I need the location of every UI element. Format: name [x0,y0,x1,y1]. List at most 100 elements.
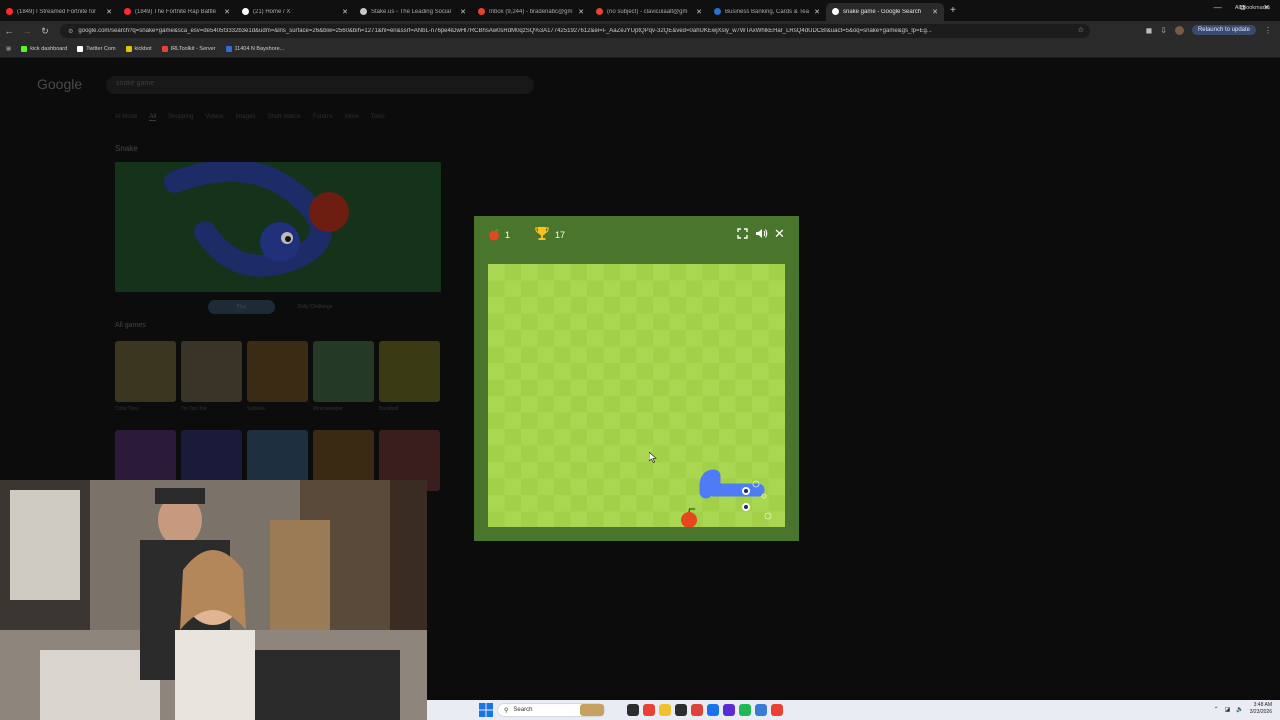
tab-close-icon[interactable]: ✕ [106,8,112,16]
search-tab[interactable]: Forums [313,114,333,121]
spotify-icon[interactable] [739,704,751,716]
search-tab[interactable]: AI Mode [115,114,137,121]
tab-title: Business Banking, Cards & Tea [725,8,809,15]
browser-tab[interactable]: snake game - Google Search ✕ [826,2,944,21]
new-tab-button[interactable]: + [950,5,956,16]
search-tab[interactable]: Videos [205,114,223,121]
game-title[interactable]: Color Tiles [115,406,139,412]
all-bookmarks-button[interactable]: All Bookmarks [1235,5,1270,11]
browser-tab[interactable]: Business Banking, Cards & Tea ✕ [708,3,826,21]
apps-icon[interactable]: ▦ [6,46,11,52]
snake-banner-image[interactable] [115,162,441,292]
chrome-icon[interactable] [643,704,655,716]
screen: (1849) I Streamed Fortnite for ✕ (1849) Th… [0,0,1280,720]
tab-close-icon[interactable]: ✕ [342,8,348,16]
minimize-icon[interactable]: — [1214,3,1222,13]
game-title[interactable]: Baseball [379,406,398,412]
browser-tab[interactable]: Stake.us - The Leading Social ✕ [354,3,472,21]
game-title[interactable]: Solitaire [247,406,265,412]
bookmark-item[interactable]: Twitter Com [77,46,116,52]
bookmark-item[interactable]: IRLToolkit - Server [161,46,216,52]
back-icon[interactable]: ← [0,26,18,36]
profile-avatar[interactable] [1174,25,1184,35]
tab-close-icon[interactable]: ✕ [224,8,230,16]
file-explorer-icon[interactable] [659,704,671,716]
relaunch-button[interactable]: Relaunch to update [1191,25,1256,35]
game-thumbnail[interactable] [181,341,242,402]
chevron-up-icon[interactable]: ⌃ [1214,706,1219,713]
extension-icon[interactable]: ◼ [1146,26,1153,35]
bookmark-item[interactable]: kick dashboard [21,46,67,52]
high-score-value: 17 [555,230,566,240]
clock-time: 3:48 AM [1253,702,1272,708]
bookmark-star-icon[interactable]: ☆ [1078,26,1084,34]
tab-strip: (1849) I Streamed Fortnite for ✕ (1849) Th… [0,0,1280,21]
search-tab[interactable]: Tools [371,114,385,121]
all-games-heading: All games [115,322,146,329]
search-tab[interactable]: All [149,114,157,121]
browser-tab[interactable]: (no subject) - claviculaalt@gm ✕ [590,3,708,21]
browser-tab[interactable]: (1849) The Fortnite Rap Battle ✕ [118,3,236,21]
site-info-icon[interactable]: ⚙ [68,28,73,35]
app-icon[interactable] [691,704,703,716]
address-bar[interactable]: ⚙ google.com/search?q=snake+game&sca_esv… [60,24,1090,38]
snake-card-title: Snake [115,144,138,153]
recorder-icon[interactable] [771,704,783,716]
taskbar: ⚲ Search ⌃ ◪ 🔈 3:48 AM 3/23/2026 [427,700,1280,720]
bookmark-item[interactable]: kickbot [125,46,152,52]
tab-close-icon[interactable]: ✕ [460,8,466,16]
game-thumbnail[interactable] [379,341,440,402]
tab-title: Stake.us - The Leading Social [371,8,451,15]
score-value: 1 [505,230,511,240]
browser-tab[interactable]: Inbox (9,244) - bradenabc@gm ✕ [472,3,590,21]
terminal-icon[interactable] [675,704,687,716]
game-title[interactable]: Minesweeper [313,406,343,412]
game-title[interactable]: Tic-Tac-Toe [181,406,207,412]
daily-challenge-button[interactable]: Daily Challenge [285,300,345,314]
bookmarks-bar: ▦ kick dashboard Twitter Com kickbot IRLToo… [0,41,1280,58]
volume-tray-icon[interactable]: 🔈 [1236,706,1243,713]
chrome-icon[interactable] [707,704,719,716]
tab-title: Inbox (9,244) - bradenabc@gm [489,8,573,15]
forward-icon[interactable]: → [18,26,36,36]
task-view-icon[interactable] [627,704,639,716]
bookmark-favicon-icon [77,46,84,52]
google-logo[interactable]: Google [37,76,82,92]
game-board[interactable] [488,264,785,528]
bookmark-item[interactable]: 11404 N Bayshore... [225,46,284,52]
tab-close-icon[interactable]: ✕ [814,8,820,16]
apple-icon [489,228,499,241]
widgets-icon[interactable] [580,704,604,716]
download-icon[interactable]: ⇩ [1160,26,1167,35]
game-thumbnail[interactable] [313,341,374,402]
tab-close-icon[interactable]: ✕ [578,8,584,16]
network-icon[interactable]: ◪ [1225,706,1231,713]
tab-title: (no subject) - claviculaalt@gm [607,8,688,15]
search-tab[interactable]: Shopping [168,114,193,121]
clock[interactable]: 3:48 AM 3/23/2026 [1250,702,1272,716]
fullscreen-icon[interactable] [737,228,748,239]
windows-start-icon[interactable] [479,703,493,717]
search-tab[interactable]: Short videos [267,114,300,121]
browser-tab[interactable]: (21) Home / X ✕ [236,3,354,21]
menu-icon[interactable]: ⋮ [1264,26,1272,35]
search-input[interactable]: snake game [106,76,534,94]
tab-close-icon[interactable]: ✕ [932,8,938,16]
search-tab[interactable]: More [345,114,359,121]
notepad-icon[interactable] [755,704,767,716]
bookmark-label: IRLToolkit - Server [170,46,216,52]
game-thumbnail[interactable] [115,341,176,402]
search-tab[interactable]: Images [236,114,256,121]
browser-tab[interactable]: (1849) I Streamed Fortnite for ✕ [0,3,118,21]
discord-icon[interactable] [723,704,735,716]
toolbar-right: ◼ ⇩ Relaunch to update ⋮ [1146,25,1272,35]
tab-favicon-icon [596,8,603,15]
play-button[interactable]: Play [208,300,275,314]
tab-close-icon[interactable]: ✕ [696,8,702,16]
game-thumbnail[interactable] [247,341,308,402]
volume-icon[interactable] [755,228,768,239]
close-game-button[interactable]: ✕ [774,227,785,240]
reload-icon[interactable]: ↻ [36,26,54,37]
snake-game-modal: 1 17 ✕ [474,216,799,541]
tab-favicon-icon [6,8,13,15]
